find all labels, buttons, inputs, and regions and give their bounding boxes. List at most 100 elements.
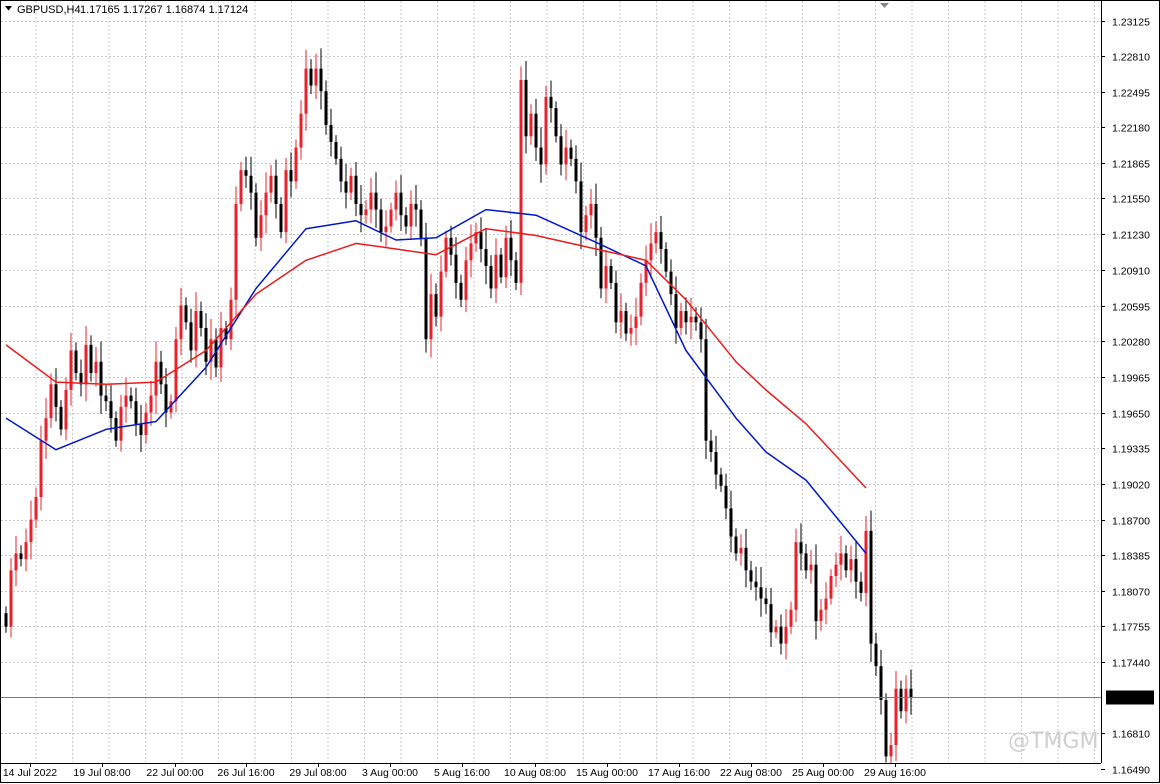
candle-body — [109, 401, 113, 419]
candle-body — [504, 237, 508, 278]
candle-body — [564, 147, 568, 165]
candle-body — [559, 136, 563, 165]
candle-body — [534, 113, 538, 148]
candle-body — [539, 147, 543, 165]
candle-body — [94, 361, 98, 374]
candle-body — [24, 542, 28, 560]
candle-body — [524, 79, 528, 137]
candle-body — [309, 68, 313, 86]
candle-body — [664, 249, 668, 272]
candle-body — [259, 215, 263, 238]
candle-body — [554, 108, 558, 137]
candle-body — [729, 508, 733, 537]
candle-body — [584, 215, 588, 233]
candle-body — [284, 170, 288, 233]
candle-body — [674, 294, 678, 328]
candle-body — [39, 440, 43, 498]
price-tick-label: 1.19020 — [1112, 480, 1150, 492]
candle-body — [904, 688, 908, 712]
price-chart[interactable]: 1.23125 1.22810 1.22495 1.22180 1.21865 1.215… — [0, 0, 1160, 784]
time-tick-label: 22 Aug 08:00 — [720, 767, 782, 779]
candle-body — [364, 209, 368, 216]
candle-body — [244, 170, 248, 176]
candle-body — [609, 265, 613, 283]
candle-body — [194, 311, 198, 351]
time-tick-label: 25 Aug 00:00 — [792, 767, 854, 779]
candle-body — [844, 553, 848, 571]
time-tick-label: 19 Jul 08:00 — [73, 767, 130, 779]
candle-body — [834, 564, 838, 576]
candle-body — [819, 609, 823, 622]
candle-body — [414, 203, 418, 210]
price-tick-label: 1.21550 — [1112, 194, 1150, 206]
price-tick-label: 1.22810 — [1112, 52, 1150, 64]
chart-background — [0, 0, 1160, 784]
candle-body — [694, 316, 698, 323]
symbol-label: GBPUSD,H4 — [17, 4, 81, 16]
candle-body — [839, 553, 843, 565]
time-tick-label: 17 Aug 16:00 — [648, 767, 710, 779]
candle-body — [374, 192, 378, 210]
candle-body — [279, 203, 283, 233]
time-tick-label: 29 Jul 08:00 — [289, 767, 346, 779]
candle-body — [329, 125, 333, 142]
candle-body — [804, 553, 808, 571]
price-tick-label: 1.19650 — [1112, 409, 1150, 421]
candle-body — [644, 260, 648, 283]
time-tick-label: 29 Aug 16:00 — [864, 767, 926, 779]
candle-body — [789, 609, 793, 627]
candle-body — [444, 237, 448, 272]
candle-body — [764, 598, 768, 605]
candle-body — [249, 175, 253, 193]
candle-body — [799, 542, 803, 554]
candle-body — [134, 401, 138, 424]
candle-body — [634, 316, 638, 328]
candle-body — [49, 384, 53, 419]
candle-body — [119, 406, 123, 441]
candle-body — [899, 688, 903, 712]
candle-body — [649, 243, 653, 261]
price-tick-label: 1.18385 — [1112, 551, 1150, 563]
current-price-label: 1.17124 — [1106, 690, 1154, 705]
candle-body — [629, 327, 633, 334]
candle-body — [489, 265, 493, 289]
candle-body — [519, 79, 523, 283]
candle-body — [569, 147, 573, 159]
candle-body — [149, 395, 153, 413]
candle-body — [699, 322, 703, 340]
candle-body — [354, 175, 358, 204]
candle-body — [89, 344, 93, 374]
candle-body — [884, 699, 888, 757]
price-tick-label: 1.18070 — [1112, 587, 1150, 599]
chart-header: GBPUSD,H4 1.17165 1.17267 1.16874 1.1712… — [5, 4, 248, 16]
candle-body — [469, 243, 473, 261]
price-tick-label: 1.23125 — [1112, 17, 1150, 29]
price-tick-label: 1.20910 — [1112, 266, 1150, 278]
chart-canvas[interactable]: 1.23125 1.22810 1.22495 1.22180 1.21865 1.215… — [0, 0, 1160, 784]
ohlc-readout: 1.17165 1.17267 1.16874 1.17124 — [80, 4, 248, 16]
current-price-text: 1.17124 — [1111, 693, 1149, 705]
candle-body — [204, 327, 208, 362]
candle-body — [854, 559, 858, 582]
candle-body — [769, 604, 773, 633]
candle-body — [889, 745, 893, 757]
candle-body — [514, 260, 518, 283]
candle-body — [829, 575, 833, 599]
candle-body — [409, 203, 413, 227]
candle-body — [419, 209, 423, 238]
candle-body — [404, 215, 408, 227]
candle-body — [389, 209, 393, 227]
candle-body — [849, 559, 853, 571]
candle-body — [44, 418, 48, 441]
candle-body — [614, 282, 618, 323]
candle-body — [439, 271, 443, 317]
candle-body — [14, 553, 18, 571]
candle-body — [19, 553, 23, 560]
candle-body — [639, 282, 643, 317]
candle-body — [114, 418, 118, 441]
time-tick-label: 5 Aug 16:00 — [434, 767, 490, 779]
candle-body — [549, 96, 553, 109]
candle-body — [434, 294, 438, 317]
candle-body — [814, 564, 818, 622]
candle-body — [579, 181, 583, 233]
